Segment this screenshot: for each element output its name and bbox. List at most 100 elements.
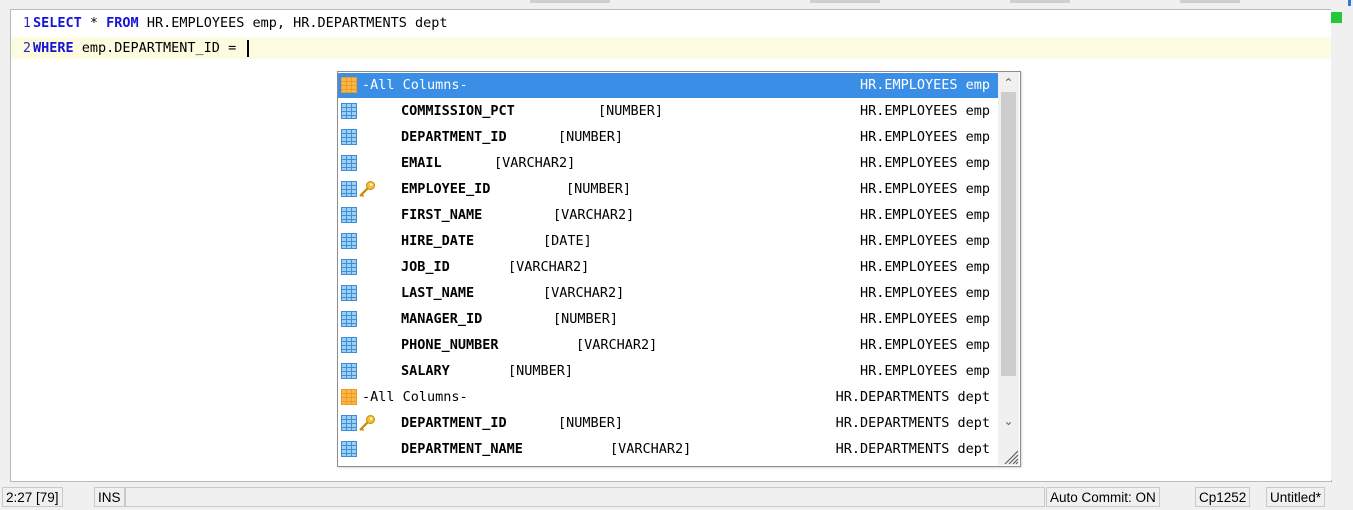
completion-item-name: EMPLOYEE_ID bbox=[401, 181, 491, 197]
completion-item[interactable]: LAST_NAME [VARCHAR2] HR.EMPLOYEES emp bbox=[338, 281, 998, 306]
completion-item-owner: HR.DEPARTMENTS dept bbox=[835, 441, 990, 457]
line-number: 2 bbox=[22, 40, 31, 56]
completion-item[interactable]: MANAGER_ID [NUMBER] HR.EMPLOYEES emp bbox=[338, 307, 998, 332]
scroll-thumb[interactable] bbox=[1001, 92, 1016, 376]
completion-item-owner: HR.EMPLOYEES emp bbox=[859, 129, 990, 145]
key-icon bbox=[358, 414, 376, 432]
completion-item[interactable]: JOB_ID [VARCHAR2] HR.EMPLOYEES emp bbox=[338, 255, 998, 280]
popup-scrollbar[interactable]: ⌃ ⌄ bbox=[998, 72, 1019, 465]
completion-item-owner: HR.EMPLOYEES emp bbox=[859, 181, 990, 197]
completion-item-type: [NUMBER] bbox=[566, 181, 632, 197]
completion-item-type: [NUMBER] bbox=[598, 103, 664, 119]
completion-item[interactable]: DEPARTMENT_NAME [VARCHAR2] HR.DEPARTMENTS … bbox=[338, 437, 998, 462]
scroll-up-arrow[interactable]: ⌃ bbox=[998, 74, 1019, 92]
column-grid-icon bbox=[341, 259, 357, 275]
resize-grip-icon[interactable] bbox=[1001, 447, 1019, 465]
completion-item-owner: HR.EMPLOYEES emp bbox=[859, 311, 990, 327]
completion-group-header[interactable]: -All Columns- HR.DEPARTMENTS dept bbox=[338, 385, 998, 410]
tab-strip-segment bbox=[530, 0, 610, 3]
completion-item-name: DEPARTMENT_ID bbox=[401, 415, 507, 431]
tab-strip-segment bbox=[810, 0, 880, 3]
key-icon bbox=[358, 180, 376, 198]
completion-item-owner: HR.EMPLOYEES emp bbox=[859, 207, 990, 223]
completion-item-owner: HR.DEPARTMENTS dept bbox=[835, 415, 990, 431]
column-grid-icon bbox=[341, 415, 357, 431]
tab-strip-segment bbox=[1180, 0, 1240, 3]
autocomplete-popup[interactable]: -All Columns- HR.EMPLOYEES emp COMMISSION_… bbox=[337, 71, 1021, 467]
completion-item-owner: HR.DEPARTMENTS dept bbox=[835, 389, 990, 405]
completion-item-type: [NUMBER] bbox=[558, 415, 624, 431]
completion-item[interactable]: DEPARTMENT_ID [NUMBER] HR.EMPLOYEES emp bbox=[338, 125, 998, 150]
completion-item-name: DEPARTMENT_ID bbox=[401, 129, 507, 145]
insert-mode-indicator[interactable]: INS bbox=[94, 487, 125, 507]
completion-item-name: SALARY bbox=[401, 363, 450, 379]
completion-item-name: JOB_ID bbox=[401, 259, 450, 275]
keyword-from: FROM bbox=[106, 15, 139, 31]
completion-item-owner: HR.EMPLOYEES emp bbox=[859, 77, 990, 93]
code-text: * bbox=[81, 15, 107, 31]
completion-item-name: MANAGER_ID bbox=[401, 311, 483, 327]
line-number-gutter bbox=[11, 10, 33, 481]
cursor-position: 2:27 [79] bbox=[2, 487, 63, 507]
completion-item-type: [VARCHAR2] bbox=[543, 285, 625, 301]
completion-item-name: -All Columns- bbox=[362, 77, 468, 93]
completion-item-type: [NUMBER] bbox=[508, 363, 574, 379]
completion-item[interactable]: FIRST_NAME [VARCHAR2] HR.EMPLOYEES emp bbox=[338, 203, 998, 228]
column-grid-icon bbox=[341, 207, 357, 223]
completion-item-type: [VARCHAR2] bbox=[610, 441, 692, 457]
column-grid-icon bbox=[341, 181, 357, 197]
completion-item-type: [NUMBER] bbox=[558, 129, 624, 145]
completion-item-name: COMMISSION_PCT bbox=[401, 103, 515, 119]
column-grid-icon bbox=[341, 363, 357, 379]
scroll-down-arrow[interactable]: ⌄ bbox=[998, 412, 1019, 430]
all-columns-grid-icon bbox=[341, 389, 357, 405]
completion-item-name: PHONE_NUMBER bbox=[401, 337, 499, 353]
editor-line-1[interactable]: 1 SELECT * FROM HR.EMPLOYEES emp, HR.DEPA… bbox=[11, 12, 1331, 34]
completion-item[interactable]: EMAIL [VARCHAR2] HR.EMPLOYEES emp bbox=[338, 151, 998, 176]
column-grid-icon bbox=[341, 155, 357, 171]
completion-item-name: LAST_NAME bbox=[401, 285, 475, 301]
keyword-where: WHERE bbox=[33, 40, 74, 56]
completion-item-name: EMAIL bbox=[401, 155, 442, 171]
all-columns-grid-icon bbox=[341, 77, 357, 93]
column-grid-icon bbox=[341, 311, 357, 327]
completion-item-name: DEPARTMENT_NAME bbox=[401, 441, 523, 457]
completion-item-owner: HR.EMPLOYEES emp bbox=[859, 337, 990, 353]
encoding-indicator[interactable]: Cp1252 bbox=[1195, 487, 1251, 507]
tab-strip-segment bbox=[1010, 0, 1070, 3]
completion-item-name: HIRE_DATE bbox=[401, 233, 475, 249]
line-number: 1 bbox=[22, 15, 31, 31]
completion-item-owner: HR.EMPLOYEES emp bbox=[859, 285, 990, 301]
completion-item[interactable]: PHONE_NUMBER [VARCHAR2] HR.EMPLOYEES emp bbox=[338, 333, 998, 358]
completion-item[interactable]: EMPLOYEE_ID [NUMBER] HR.EMPLOYEES emp bbox=[338, 177, 998, 202]
completion-item-type: [VARCHAR2] bbox=[576, 337, 658, 353]
tab-strip bbox=[0, 0, 1353, 9]
completion-item-type: [DATE] bbox=[543, 233, 592, 249]
completion-item-type: [VARCHAR2] bbox=[494, 155, 576, 171]
completion-item-owner: HR.EMPLOYEES emp bbox=[859, 363, 990, 379]
status-message-area bbox=[125, 487, 1045, 507]
completion-item[interactable]: COMMISSION_PCT [NUMBER] HR.EMPLOYEES emp bbox=[338, 99, 998, 124]
syntax-status-indicator bbox=[1331, 12, 1342, 23]
completion-item-owner: HR.EMPLOYEES emp bbox=[859, 103, 990, 119]
completion-item-name: FIRST_NAME bbox=[401, 207, 483, 223]
completion-item[interactable]: SALARY [NUMBER] HR.EMPLOYEES emp bbox=[338, 359, 998, 384]
completion-item[interactable]: HIRE_DATE [DATE] HR.EMPLOYEES emp bbox=[338, 229, 998, 254]
overview-ruler bbox=[1331, 9, 1353, 480]
completion-item-owner: HR.EMPLOYEES emp bbox=[859, 233, 990, 249]
completion-item-type: [VARCHAR2] bbox=[508, 259, 590, 275]
text-caret bbox=[247, 39, 250, 57]
auto-commit-status[interactable]: Auto Commit: ON bbox=[1046, 487, 1160, 507]
completion-item-type: [NUMBER] bbox=[553, 311, 619, 327]
column-grid-icon bbox=[341, 129, 357, 145]
code-text: HR.EMPLOYEES emp, HR.DEPARTMENTS dept bbox=[138, 15, 448, 31]
completion-item-type: [VARCHAR2] bbox=[553, 207, 635, 223]
window-edge-mark bbox=[1348, 0, 1351, 6]
completion-group-header[interactable]: -All Columns- HR.EMPLOYEES emp bbox=[338, 73, 998, 98]
completion-item-name: -All Columns- bbox=[362, 389, 468, 405]
column-grid-icon bbox=[341, 103, 357, 119]
completion-item[interactable]: DEPARTMENT_ID [NUMBER] HR.DEPARTMENTS dept bbox=[338, 411, 998, 436]
editor-line-2[interactable]: 2 WHERE emp.DEPARTMENT_ID = bbox=[11, 37, 1331, 59]
column-grid-icon bbox=[341, 233, 357, 249]
document-name: Untitled* bbox=[1266, 487, 1326, 507]
